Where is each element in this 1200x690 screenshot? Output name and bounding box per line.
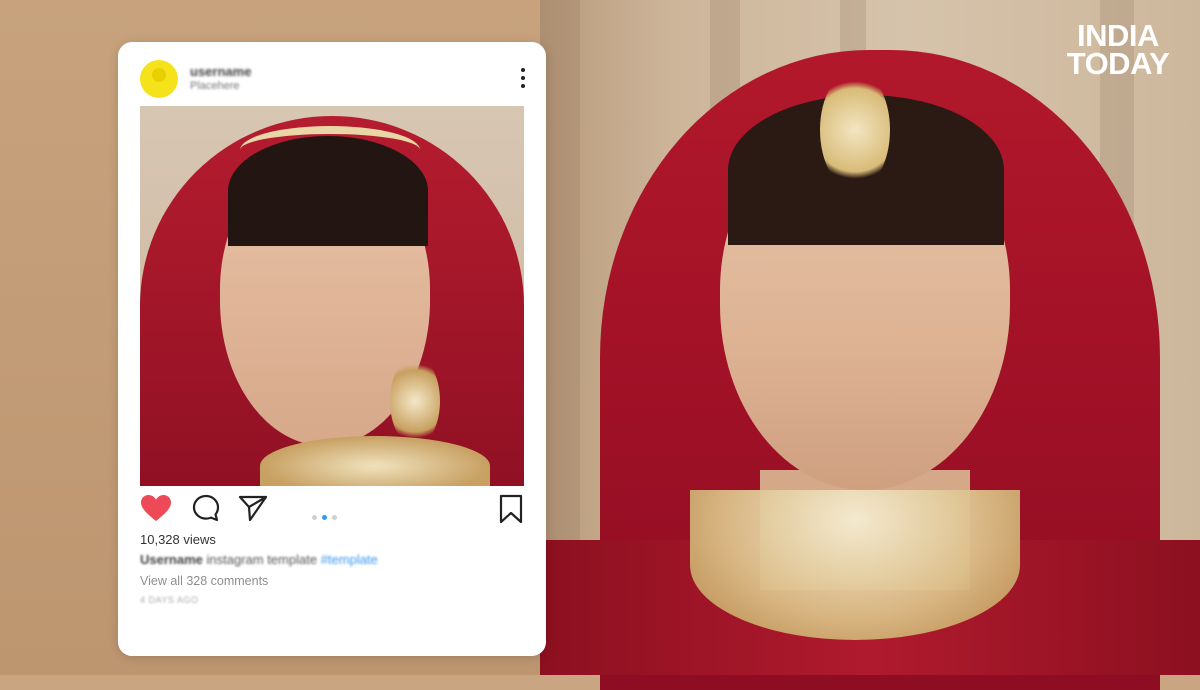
share-icon[interactable] xyxy=(238,494,268,522)
post-image[interactable] xyxy=(140,106,524,486)
view-all-comments-link[interactable]: View all 328 comments xyxy=(140,574,268,588)
caption-username[interactable]: Username xyxy=(140,552,203,567)
post-caption: Username instagram template #template xyxy=(140,552,378,567)
heart-icon[interactable] xyxy=(140,494,172,522)
instagram-post-card: username Placehere 10,328 views Username… xyxy=(118,42,546,656)
post-timestamp: 4 DAYS AGO xyxy=(140,595,199,605)
views-count: 10,328 views xyxy=(140,532,216,547)
maang-tikka xyxy=(820,70,890,190)
post-username[interactable]: username xyxy=(190,64,251,79)
bookmark-icon[interactable] xyxy=(498,494,524,524)
carousel-dot-active xyxy=(322,515,327,520)
carousel-dot xyxy=(332,515,337,520)
carousel-indicator xyxy=(312,507,342,525)
caption-text: instagram template xyxy=(206,552,318,567)
logo-line-2: TODAY xyxy=(1066,46,1170,81)
post-headpiece xyxy=(240,126,420,174)
comment-icon[interactable] xyxy=(192,494,220,522)
avatar[interactable] xyxy=(140,60,178,98)
post-earring xyxy=(390,356,440,446)
caption-hashtag[interactable]: #template xyxy=(321,552,378,567)
post-location[interactable]: Placehere xyxy=(190,80,240,92)
carousel-dot xyxy=(312,515,317,520)
india-today-logo: INDIA TODAY xyxy=(1056,20,1180,81)
bridal-necklace xyxy=(690,490,1020,640)
more-options-icon[interactable] xyxy=(520,68,526,90)
post-actions xyxy=(140,494,524,524)
